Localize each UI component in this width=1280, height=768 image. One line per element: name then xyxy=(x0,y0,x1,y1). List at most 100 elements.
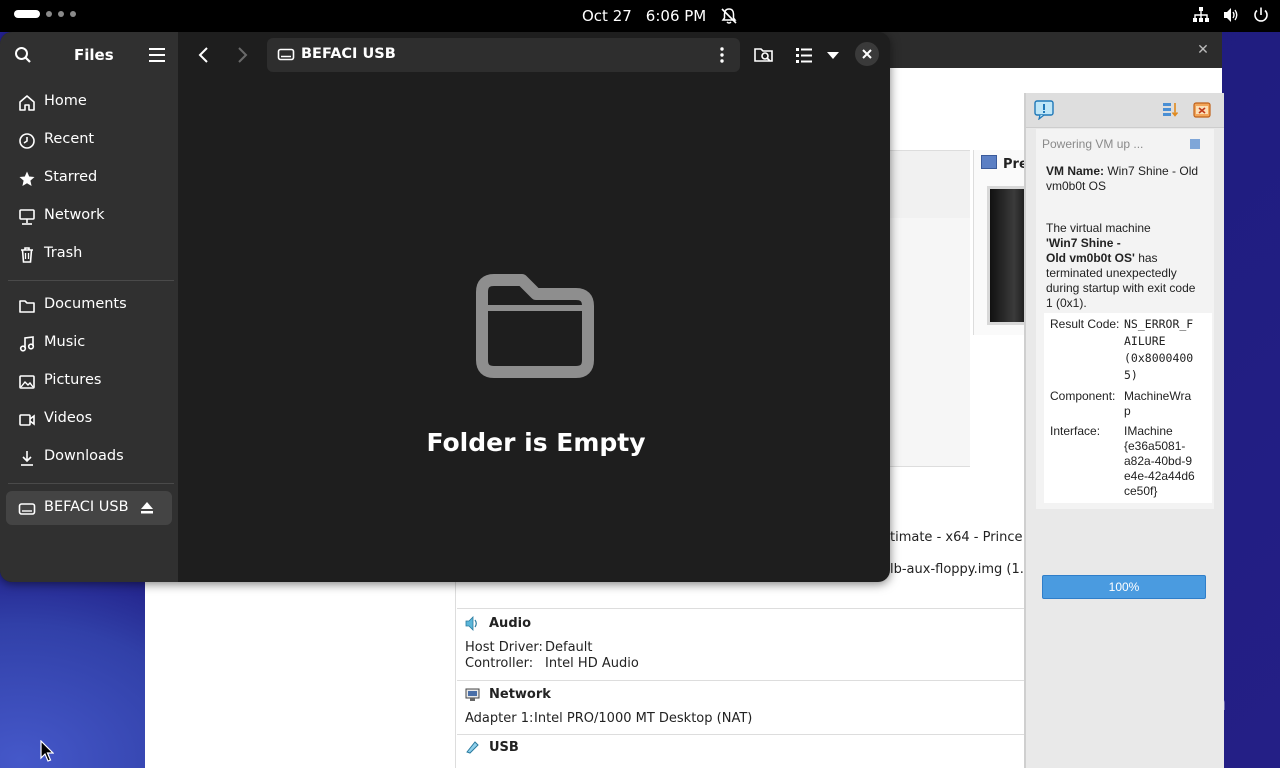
result-code-line: 5) xyxy=(1124,368,1138,382)
search-icon[interactable] xyxy=(14,46,32,64)
clock-time: 6:06 PM xyxy=(645,7,707,25)
message-text: has xyxy=(1134,251,1158,265)
audio-icon xyxy=(465,616,477,631)
result-code-value: NS_ERROR_F AILURE (0x8000400 5) xyxy=(1124,316,1193,384)
vm-name-label: VM Name: xyxy=(1046,164,1105,178)
files-window: Files Home Recent Starred Network Trash … xyxy=(0,32,890,582)
sidebar-item-label: Network xyxy=(44,207,105,223)
sidebar-item-label: Starred xyxy=(44,169,98,185)
message-vm-name: Old vm0b0t OS' xyxy=(1046,251,1135,265)
result-code-line: NS_ERROR_F xyxy=(1124,317,1194,331)
virtualbox-close-button[interactable]: ✕ xyxy=(1195,42,1211,58)
message-line: 1 (0x1). xyxy=(1046,296,1087,310)
sidebar-divider xyxy=(8,483,174,484)
eject-icon[interactable] xyxy=(140,501,154,515)
close-window-button[interactable] xyxy=(855,42,879,66)
sidebar-item-pictures[interactable]: Pictures xyxy=(6,364,172,398)
notification-center-pane: Powering VM up ... VM Name: Win7 Shine -… xyxy=(1024,93,1224,768)
files-sidebar: Files Home Recent Starred Network Trash … xyxy=(0,32,178,582)
workspace-indicator xyxy=(58,11,64,17)
workspace-indicator xyxy=(46,11,52,17)
sort-notifications-icon[interactable] xyxy=(1162,101,1180,119)
vm-name-line: VM Name: Win7 Shine - Old xyxy=(1046,164,1198,179)
location-label: BEFACI USB xyxy=(301,46,396,62)
result-code-line: AILURE xyxy=(1124,334,1166,348)
audio-section-title[interactable]: Audio xyxy=(489,616,531,631)
error-details-table: Result Code: NS_ERROR_F AILURE (0x800040… xyxy=(1044,313,1212,503)
search-folder-icon[interactable] xyxy=(753,44,775,66)
component-value: MachineWra p xyxy=(1124,389,1191,419)
system-tray[interactable] xyxy=(1192,6,1270,24)
view-options-dropdown-icon[interactable] xyxy=(822,44,844,66)
activities-button[interactable] xyxy=(14,10,76,18)
hamburger-menu-icon[interactable] xyxy=(148,47,166,63)
notification-center-icon[interactable] xyxy=(1034,100,1054,120)
clear-notifications-icon[interactable] xyxy=(1192,100,1212,120)
document-icon xyxy=(19,300,35,313)
preview-icon xyxy=(981,155,997,169)
audio-host-driver-label: Host Driver: xyxy=(465,640,543,655)
network-section-title[interactable]: Network xyxy=(489,687,551,702)
back-arrow-icon[interactable] xyxy=(193,44,215,66)
sidebar-item-videos[interactable]: Videos xyxy=(6,402,172,436)
sidebar-header: Files xyxy=(0,32,178,78)
forward-arrow-icon[interactable] xyxy=(231,44,253,66)
vm-name-value-cont: vm0b0t OS xyxy=(1046,179,1107,193)
network-adapter-label: Adapter 1: xyxy=(465,711,534,726)
sidebar-item-befaci-usb[interactable]: BEFACI USB xyxy=(6,491,172,525)
sidebar-item-starred[interactable]: Starred xyxy=(6,161,172,195)
empty-folder-message: Folder is Empty xyxy=(426,428,646,457)
trash-icon xyxy=(21,247,33,263)
network-icon xyxy=(19,209,35,225)
sidebar-item-network[interactable]: Network xyxy=(6,199,172,233)
download-icon xyxy=(21,451,33,466)
empty-folder-icon xyxy=(476,274,594,378)
close-icon xyxy=(862,49,872,59)
storage-floppy-text: lb-aux-floppy.img (1.41 xyxy=(890,562,1041,577)
mouse-cursor-icon xyxy=(40,740,54,762)
audio-controller-label: Controller: xyxy=(465,656,534,671)
clock-icon xyxy=(19,133,35,149)
top-bar: Oct 27 6:06 PM xyxy=(0,0,1280,32)
message-vm-name: 'Win7 Shine - xyxy=(1046,236,1121,250)
notification-dismiss-icon[interactable] xyxy=(1190,139,1200,149)
picture-icon xyxy=(19,375,35,389)
sidebar-item-documents[interactable]: Documents xyxy=(6,288,172,322)
sidebar-divider xyxy=(8,280,174,281)
workspace-active-indicator xyxy=(14,10,40,18)
sidebar-item-label: Videos xyxy=(44,410,93,426)
system-os-text: timate - x64 - Prince NR xyxy=(890,530,1046,545)
video-icon xyxy=(19,414,35,426)
sidebar-item-label: BEFACI USB xyxy=(44,499,129,515)
list-view-icon[interactable] xyxy=(793,44,815,66)
result-code-line: (0x8000400 xyxy=(1124,351,1194,365)
component-line: MachineWra xyxy=(1124,389,1192,403)
usb-section-title[interactable]: USB xyxy=(489,740,519,755)
message-line: terminated unexpectedly xyxy=(1046,266,1177,280)
component-label: Component: xyxy=(1050,389,1116,403)
sidebar-item-label: Recent xyxy=(44,131,95,147)
power-icon xyxy=(1254,7,1268,22)
sidebar-item-trash[interactable]: Trash xyxy=(6,237,172,271)
sidebar-item-label: Trash xyxy=(44,245,83,261)
clock[interactable]: Oct 27 6:06 PM xyxy=(582,7,738,25)
message-line: during startup with exit code xyxy=(1046,281,1196,295)
star-icon xyxy=(19,171,35,186)
usb-icon xyxy=(466,741,479,754)
location-bar[interactable]: BEFACI USB xyxy=(267,38,740,72)
network-adapter-icon xyxy=(465,688,480,701)
interface-line: a82a-40bd-9 xyxy=(1124,454,1193,468)
more-options-icon[interactable] xyxy=(713,46,731,64)
drive-icon xyxy=(277,48,295,61)
drive-icon xyxy=(18,503,36,515)
sidebar-item-label: Music xyxy=(44,334,86,350)
sidebar-item-recent[interactable]: Recent xyxy=(6,123,172,157)
sidebar-item-home[interactable]: Home xyxy=(6,85,172,119)
sidebar-item-downloads[interactable]: Downloads xyxy=(6,440,172,474)
sidebar-item-label: Documents xyxy=(44,296,127,312)
interface-line: {e36a5081- xyxy=(1124,439,1186,453)
result-code-label: Result Code: xyxy=(1050,317,1120,331)
sidebar-item-music[interactable]: Music xyxy=(6,326,172,360)
notifications-muted-icon xyxy=(721,8,737,24)
notification-toolbar xyxy=(1026,93,1224,128)
